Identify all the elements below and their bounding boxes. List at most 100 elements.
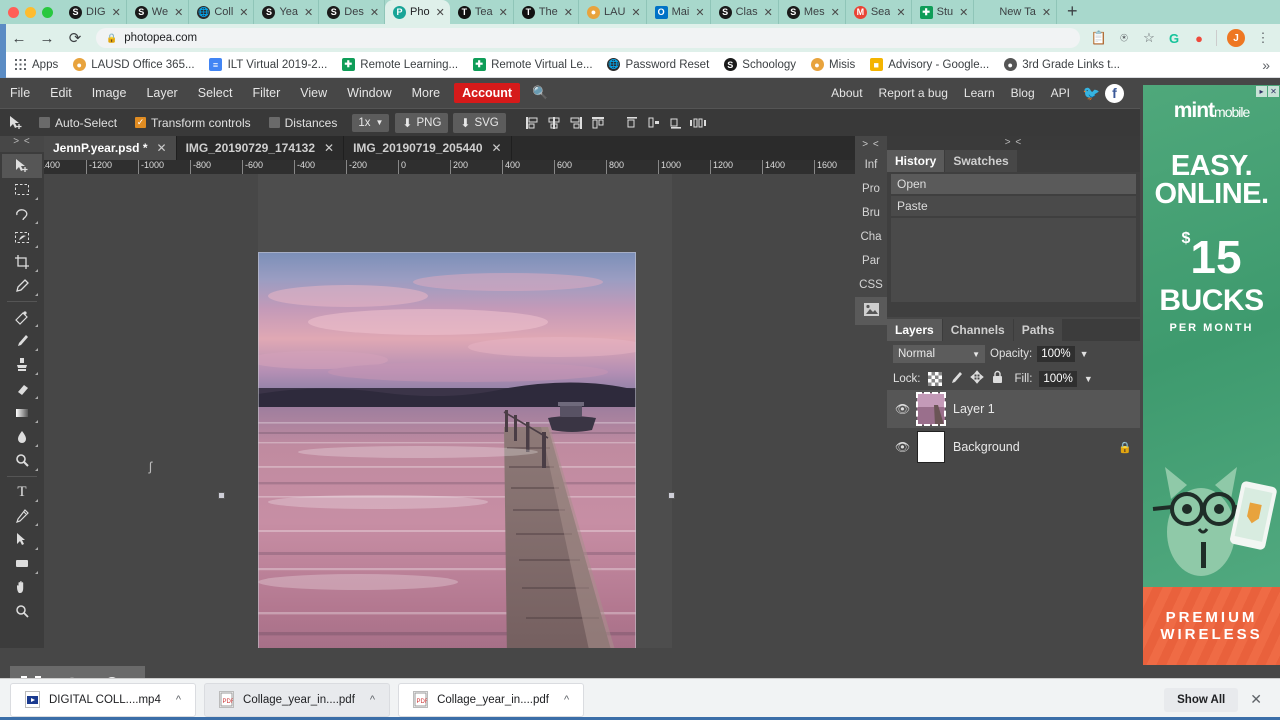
clipboard-icon[interactable]: 📋 (1088, 27, 1110, 49)
distribute-spacing-icon[interactable] (687, 109, 709, 137)
image-panel-icon[interactable] (855, 297, 887, 325)
link-blog[interactable]: Blog (1003, 78, 1043, 108)
tool-move-tool-icon[interactable] (2, 154, 42, 178)
tool-gradient-tool-icon[interactable] (2, 401, 42, 425)
close-icon[interactable]: ✕ (302, 6, 313, 19)
browser-tab[interactable]: S Yea ✕ (254, 0, 320, 24)
distances-checkbox[interactable]: Distances (260, 116, 347, 130)
tool-path-select-tool-icon[interactable] (2, 528, 42, 552)
close-icon[interactable]: ✕ (497, 6, 508, 19)
close-ad-icon[interactable]: ✕ (1268, 86, 1279, 97)
browser-tab[interactable]: ● LAU ✕ (579, 0, 647, 24)
link-learn[interactable]: Learn (956, 78, 1003, 108)
blend-mode-select[interactable]: Normal ▼ (893, 345, 985, 363)
tool-crop-tool-icon[interactable] (2, 250, 42, 274)
bookmarks-overflow-button[interactable]: » (1262, 57, 1274, 73)
panels-collapse-button[interactable]: > < (887, 136, 1140, 150)
align-top-icon[interactable] (587, 109, 609, 137)
bookmark-item[interactable]: S Schoology (716, 56, 803, 74)
panel-rail-par[interactable]: Par (855, 249, 887, 273)
zoom-select[interactable]: 1x ▼ (352, 113, 390, 132)
chevron-up-icon[interactable]: ^ (564, 694, 569, 706)
link-about[interactable]: About (823, 78, 870, 108)
tool-pen-tool-icon[interactable] (2, 504, 42, 528)
chevron-up-icon[interactable]: ^ (370, 694, 375, 706)
bookmark-item[interactable]: ✚ Remote Virtual Le... (465, 56, 599, 74)
document-tab[interactable]: IMG_20190719_205440 ✕ (344, 136, 512, 160)
layer-row[interactable]: 👁 Background 🔒 (887, 428, 1140, 466)
bookmark-item[interactable]: ● 3rd Grade Links t... (996, 56, 1127, 74)
eye-icon[interactable]: 👁 (895, 440, 910, 454)
close-icon[interactable]: ✕ (562, 6, 573, 19)
bookmark-item[interactable]: 🌐 Password Reset (600, 56, 717, 74)
tab-layers[interactable]: Layers (887, 319, 942, 341)
close-icon[interactable]: ✕ (829, 6, 840, 19)
tool-stamp-tool-icon[interactable] (2, 353, 42, 377)
reload-button[interactable]: ⟳ (62, 25, 88, 51)
tool-type-tool-icon[interactable]: T (2, 480, 42, 504)
bookmark-item[interactable]: ● Misis (803, 56, 862, 74)
tab-paths[interactable]: Paths (1013, 319, 1063, 341)
browser-tab[interactable]: S Des ✕ (319, 0, 386, 24)
tab-channels[interactable]: Channels (942, 319, 1013, 341)
distribute-top-icon[interactable] (621, 109, 643, 137)
layer-thumbnail[interactable] (917, 431, 945, 463)
bookmark-item[interactable]: ≡ ILT Virtual 2019-2... (202, 56, 335, 74)
layer-thumbnail[interactable] (916, 392, 946, 426)
tool-magic-wand-tool-icon[interactable] (2, 226, 42, 250)
history-item[interactable]: Open (891, 174, 1136, 194)
history-item[interactable]: Paste (891, 196, 1136, 216)
lock-paint-icon[interactable] (949, 370, 963, 387)
menu-item-filter[interactable]: Filter (242, 78, 290, 108)
browser-tab[interactable]: M Sea ✕ (846, 0, 912, 24)
fill-dropdown-icon[interactable]: ▼ (1084, 374, 1093, 384)
align-left-icon[interactable] (521, 109, 543, 137)
browser-tab[interactable]: T Tea ✕ (450, 0, 514, 24)
minimize-window-button[interactable] (25, 7, 36, 18)
close-downloads-bar-button[interactable]: ✕ (1242, 691, 1270, 708)
tab-history[interactable]: History (887, 150, 945, 172)
transform-controls-checkbox[interactable]: ✓ Transform controls (126, 116, 260, 130)
back-button[interactable]: ← (6, 25, 32, 51)
panel-rail-inf[interactable]: Inf (855, 153, 887, 177)
bookmark-star-icon[interactable]: ☆ (1138, 27, 1160, 49)
tool-brush-tool-icon[interactable] (2, 329, 42, 353)
tool-eyedropper-tool-icon[interactable] (2, 274, 42, 298)
browser-tab[interactable]: O Mai ✕ (647, 0, 711, 24)
tool-zoom-tool-icon[interactable] (2, 600, 42, 624)
close-icon[interactable]: ✕ (894, 6, 905, 19)
chevron-up-icon[interactable]: ^ (176, 694, 181, 706)
close-icon[interactable]: ✕ (434, 6, 445, 19)
tool-blur-tool-icon[interactable] (2, 425, 42, 449)
panel-rail-collapse[interactable]: > < (862, 136, 879, 153)
panel-rail-pro[interactable]: Pro (855, 177, 887, 201)
canvas-image[interactable] (258, 252, 636, 648)
browser-tab[interactable]: S We ✕ (127, 0, 190, 24)
export-svg-button[interactable]: ⬇ SVG (453, 112, 506, 133)
layer-row[interactable]: 👁 Layer 1 (887, 390, 1140, 428)
close-icon[interactable]: ✕ (157, 141, 167, 155)
tool-marquee-tool-icon[interactable] (2, 178, 42, 202)
bookmark-item[interactable]: ● LAUSD Office 365... (65, 56, 201, 74)
panel-rail-cha[interactable]: Cha (855, 225, 887, 249)
lock-transparency-icon[interactable] (927, 371, 942, 386)
browser-tab[interactable]: S Clas ✕ (711, 0, 779, 24)
close-icon[interactable]: ✕ (762, 6, 773, 19)
toolbar-collapse-button[interactable]: > < (0, 136, 44, 152)
menu-item-file[interactable]: File (0, 78, 40, 108)
menu-item-edit[interactable]: Edit (40, 78, 82, 108)
eye-icon[interactable]: 👁 (895, 402, 910, 416)
tool-shape-tool-icon[interactable] (2, 552, 42, 576)
address-bar[interactable]: 🔒 photopea.com (96, 28, 1080, 48)
search-icon[interactable]: 🔍 (524, 85, 556, 101)
transform-handle-right[interactable] (668, 492, 675, 499)
tool-hand-tool-icon[interactable] (2, 576, 42, 600)
bookmark-item[interactable]: ■ Advisory - Google... (862, 56, 996, 74)
install-icon[interactable]: ⍟ (1113, 27, 1135, 49)
chrome-menu-icon[interactable]: ⋮ (1252, 27, 1274, 49)
bookmark-item[interactable]: ✚ Remote Learning... (334, 56, 465, 74)
download-item[interactable]: PDF Collage_year_in....pdf ^ (204, 682, 391, 717)
tab-swatches[interactable]: Swatches (945, 150, 1017, 172)
panel-rail-css[interactable]: CSS (855, 273, 887, 297)
export-png-button[interactable]: ⬇ PNG (395, 112, 449, 133)
